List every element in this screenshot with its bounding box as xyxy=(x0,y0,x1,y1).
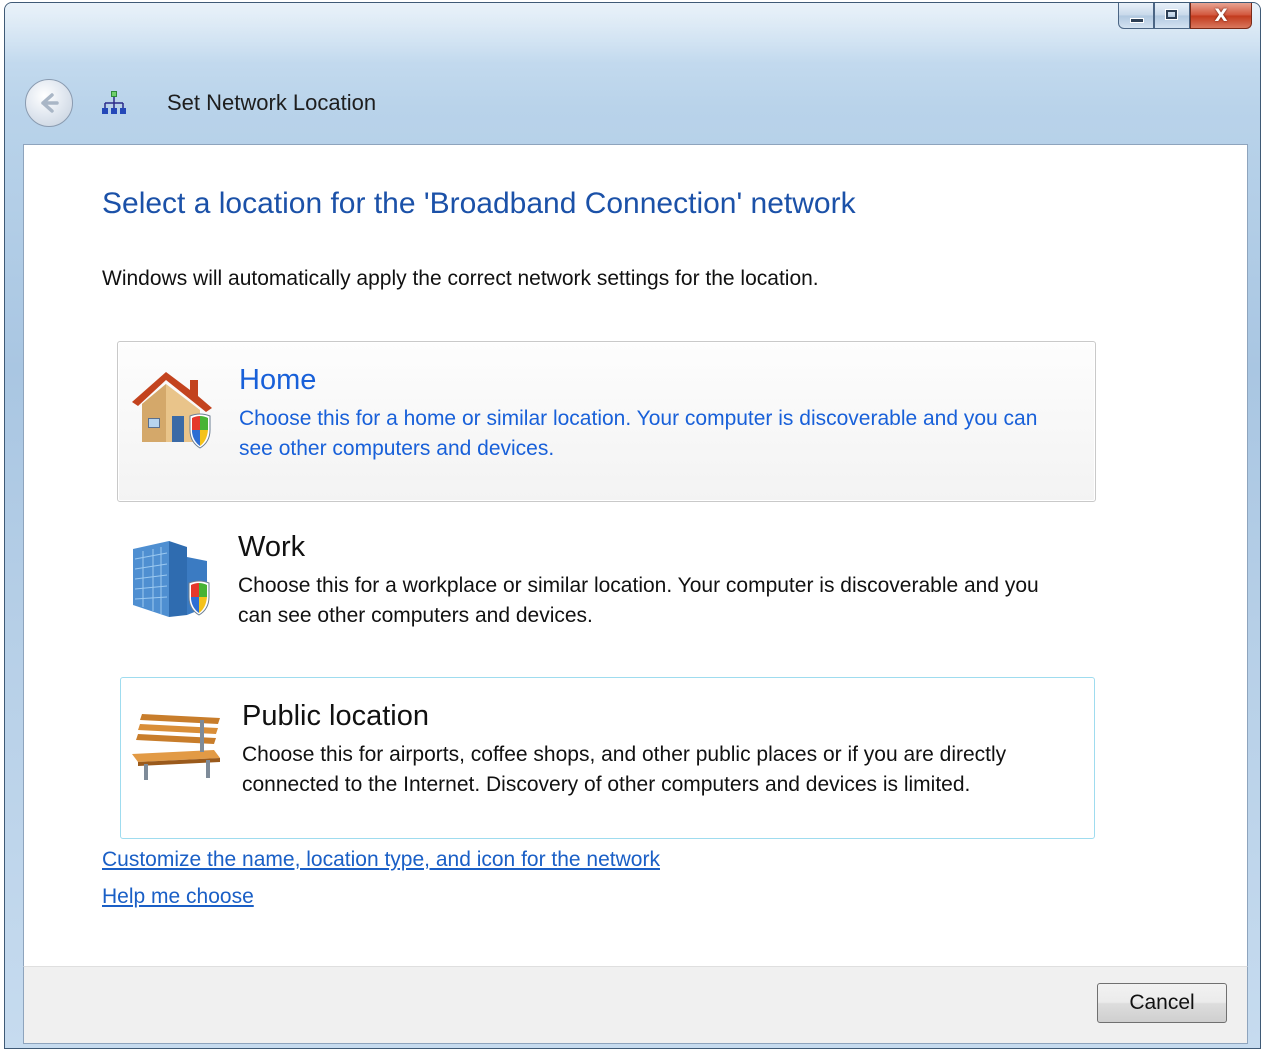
back-button[interactable] xyxy=(25,79,73,127)
option-home-title: Home xyxy=(239,364,317,396)
title-toolbar: Set Network Location xyxy=(5,73,1260,133)
content-pane: Select a location for the 'Broadband Con… xyxy=(23,144,1248,967)
network-icon xyxy=(102,91,126,114)
option-public-location-description: Choose this for airports, coffee shops, … xyxy=(242,743,1007,796)
option-home[interactable]: Home Choose this for a home or similar l… xyxy=(117,341,1096,502)
back-arrow-icon xyxy=(41,93,59,113)
dialog-footer: Cancel xyxy=(23,966,1248,1044)
office-building-shield-icon xyxy=(133,541,210,617)
customize-network-link[interactable]: Customize the name, location type, and i… xyxy=(102,848,660,872)
maximize-button[interactable] xyxy=(1154,3,1190,29)
close-icon: X xyxy=(1214,6,1228,26)
option-public-location[interactable]: Public location Choose this for airports… xyxy=(120,677,1095,839)
dialog-window: X Set Network Location Select a location… xyxy=(4,2,1261,1049)
minimize-icon xyxy=(1130,18,1144,23)
caption-buttons: X xyxy=(1118,3,1252,31)
cancel-button[interactable]: Cancel xyxy=(1097,983,1227,1023)
option-work[interactable]: Work Choose this for a workplace or simi… xyxy=(117,509,1096,670)
option-public-location-title: Public location xyxy=(242,700,429,732)
window-title: Set Network Location xyxy=(167,90,377,115)
close-button[interactable]: X xyxy=(1190,3,1252,29)
instruction-text: Windows will automatically apply the cor… xyxy=(102,267,819,290)
park-bench-icon xyxy=(132,714,220,780)
maximize-icon xyxy=(1166,10,1177,19)
option-work-title: Work xyxy=(238,531,306,563)
glass-frame xyxy=(5,3,1260,63)
option-home-description: Choose this for a home or similar locati… xyxy=(239,407,1038,460)
help-me-choose-link[interactable]: Help me choose xyxy=(102,885,254,909)
option-work-description: Choose this for a workplace or similar l… xyxy=(238,574,1039,627)
home-shield-icon xyxy=(132,372,212,449)
minimize-button[interactable] xyxy=(1118,3,1154,29)
page-title: Select a location for the 'Broadband Con… xyxy=(102,187,856,220)
